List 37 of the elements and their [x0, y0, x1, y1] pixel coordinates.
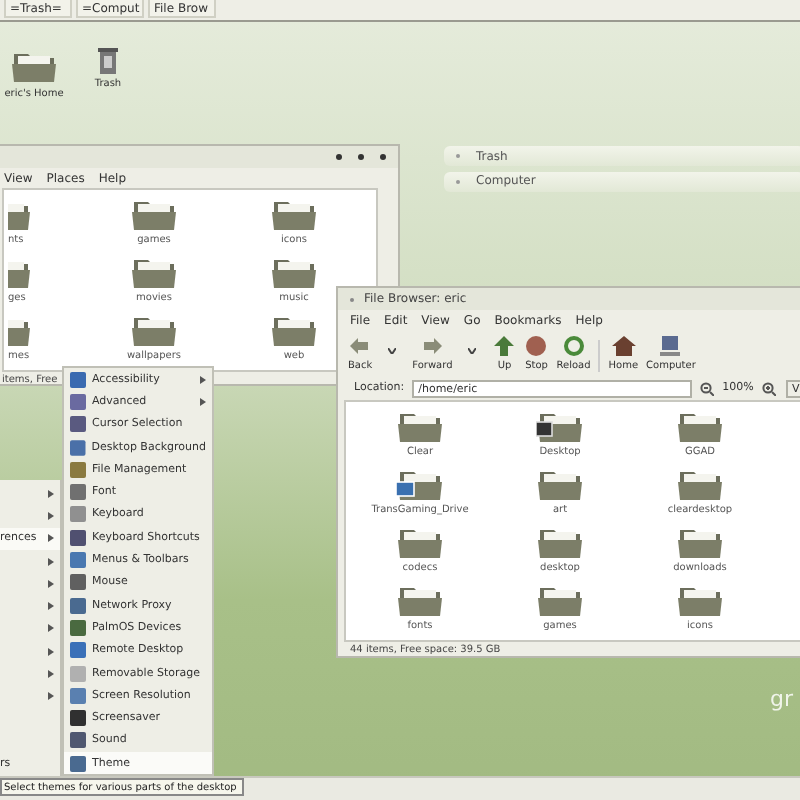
folder-icon [270, 312, 318, 348]
folder-icon [676, 408, 724, 444]
dropdown-caret-icon[interactable] [388, 348, 397, 354]
stop-icon [524, 336, 549, 356]
folder-icon [536, 524, 584, 560]
folder-icon [130, 312, 178, 348]
zoom-out-icon[interactable] [700, 381, 715, 395]
drive-folder-icon [396, 466, 444, 502]
zoom-in-icon[interactable] [761, 381, 776, 395]
reload-icon [561, 336, 586, 356]
folder-icon [536, 466, 584, 502]
folder-icon [130, 254, 178, 290]
computer-icon [658, 336, 683, 356]
folder-icon [676, 466, 724, 502]
desktop-text: gr [770, 686, 794, 712]
desktop-folder-icon [536, 408, 584, 444]
folder-icon [396, 524, 444, 560]
folder-icon [130, 196, 178, 232]
window-control-icon[interactable] [336, 154, 342, 160]
folder-icon [536, 582, 584, 618]
window-control-icon[interactable] [380, 154, 386, 160]
dropdown-caret-icon[interactable] [468, 348, 477, 354]
folder-icon [676, 524, 724, 560]
forward-arrow-icon [420, 336, 445, 356]
folder-icon [10, 48, 58, 84]
back-arrow-icon [348, 336, 373, 356]
folder-icon [676, 582, 724, 618]
folder-icon [396, 582, 444, 618]
folder-icon [396, 408, 444, 444]
folder-icon [270, 254, 318, 290]
home-icon [611, 336, 636, 356]
trash-can-icon[interactable] [98, 48, 118, 74]
submenu-arrow-icon [200, 375, 206, 384]
window-control-icon[interactable] [358, 154, 364, 160]
up-arrow-icon [492, 336, 517, 356]
submenu-arrow-icon [200, 397, 206, 406]
folder-icon [270, 196, 318, 232]
